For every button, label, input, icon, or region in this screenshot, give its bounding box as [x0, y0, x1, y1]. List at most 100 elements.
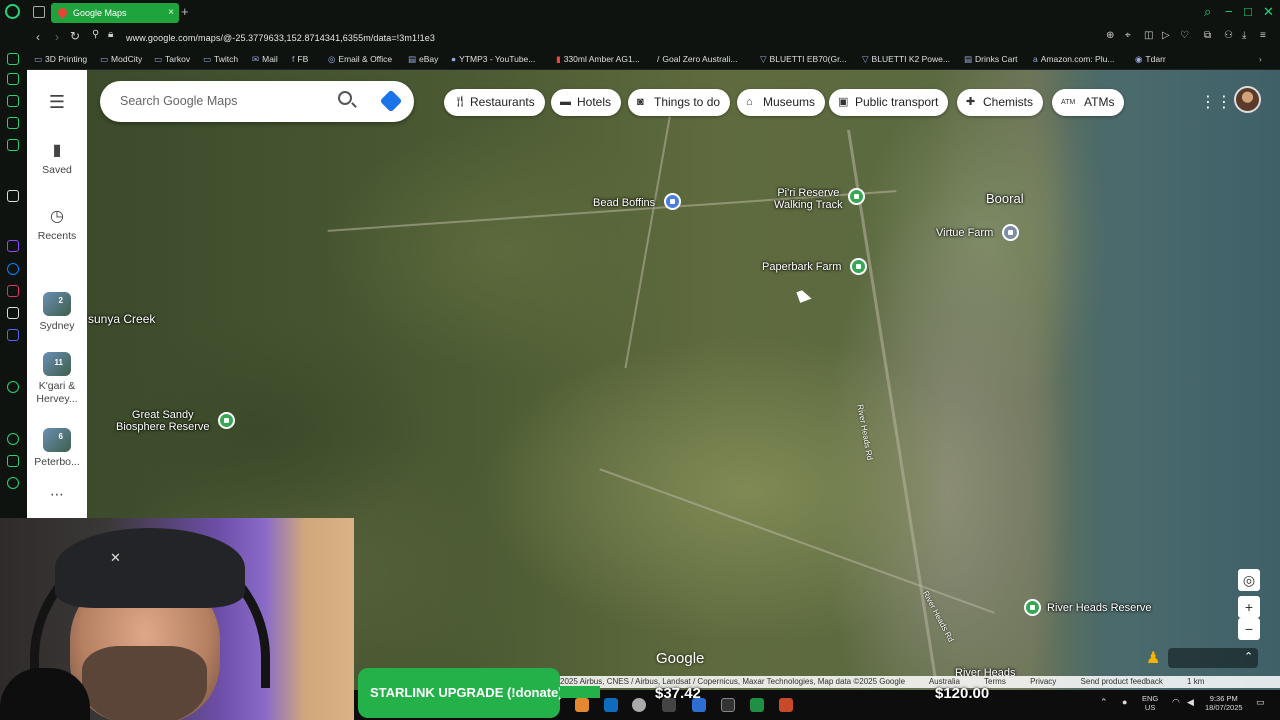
- place-pin-icon[interactable]: [1002, 224, 1019, 241]
- system-clock[interactable]: 9:36 PM 18/07/2025: [1205, 694, 1243, 712]
- chip-chemists[interactable]: ✚ Chemists: [957, 89, 1044, 116]
- opera-logo-icon[interactable]: [5, 4, 20, 19]
- chip-restaurants[interactable]: 🍴︎ Restaurants: [444, 89, 545, 116]
- bookmark[interactable]: ▭ 3D Printing: [34, 54, 87, 65]
- microphone-icon[interactable]: ●: [1122, 697, 1127, 707]
- taskbar-app-icon[interactable]: [575, 698, 589, 712]
- park-pin-icon[interactable]: [848, 188, 865, 205]
- place-label[interactable]: Bead Boffins: [593, 197, 655, 209]
- sidebar-aria-icon[interactable]: [7, 53, 19, 65]
- place-label[interactable]: Paperbark Farm: [762, 261, 841, 273]
- search-icon[interactable]: [338, 91, 352, 105]
- sidebar-tools-icon[interactable]: [7, 95, 19, 107]
- bookmark[interactable]: ◉ Tdarr: [1135, 54, 1166, 65]
- language-indicator[interactable]: ENG US: [1142, 694, 1158, 712]
- close-window-icon[interactable]: ✕: [1263, 4, 1274, 20]
- place-label[interactable]: Great Sandy Biosphere Reserve: [116, 409, 210, 433]
- list-peterborough[interactable]: 6 Peterbo...: [27, 428, 87, 468]
- list-kgari[interactable]: 11 K'gari & Hervey...: [27, 352, 87, 406]
- bookmark[interactable]: ▮ 330ml Amber AG1...: [556, 54, 640, 65]
- menu-icon[interactable]: ☰: [27, 92, 87, 113]
- volume-icon[interactable]: ◀: [1187, 697, 1194, 708]
- player-icon[interactable]: [7, 381, 19, 393]
- place-label[interactable]: sunya Creek: [88, 312, 155, 326]
- wifi-icon[interactable]: ◠: [1172, 697, 1180, 708]
- play-icon[interactable]: ▷: [1162, 30, 1170, 41]
- park-pin-icon[interactable]: [850, 258, 867, 275]
- extensions-icon[interactable]: ⧉: [1204, 30, 1211, 41]
- new-tab-button[interactable]: +: [181, 4, 189, 19]
- sidebar-app-icon[interactable]: [7, 455, 19, 467]
- more-lists-button[interactable]: ⋯: [27, 486, 87, 503]
- maximize-icon[interactable]: □: [1244, 4, 1252, 19]
- chip-things-to-do[interactable]: ◙ Things to do: [628, 89, 731, 116]
- tab-workspace-icon[interactable]: [33, 6, 45, 18]
- taskbar-app-icon[interactable]: [721, 698, 735, 712]
- back-icon[interactable]: ‹: [36, 30, 40, 44]
- chip-atms[interactable]: ATM ATMs: [1052, 89, 1125, 116]
- messenger-icon[interactable]: [7, 263, 19, 275]
- chip-public-transport[interactable]: ▣ Public transport: [829, 89, 949, 116]
- taskbar-app-icon[interactable]: [779, 698, 793, 712]
- saved-button[interactable]: ▮ Saved: [27, 140, 87, 176]
- camera-icon[interactable]: ◫: [1144, 30, 1153, 41]
- bookmark[interactable]: f FB: [292, 54, 308, 64]
- taskbar-app-icon[interactable]: [750, 698, 764, 712]
- outlook-icon[interactable]: [604, 698, 618, 712]
- bookmark[interactable]: ▽ BLUETTI EB70(Gr...: [760, 54, 847, 65]
- bookmark[interactable]: ▭ ModCity: [100, 54, 142, 65]
- profile-icon[interactable]: ⚇: [1224, 30, 1233, 41]
- search-box[interactable]: Search Google Maps: [100, 81, 414, 122]
- forward-icon[interactable]: ›: [55, 30, 59, 44]
- location-pin-icon[interactable]: ⚲: [92, 29, 99, 40]
- place-label[interactable]: Virtue Farm: [936, 227, 993, 239]
- bookmark[interactable]: ▽ BLUETTI K2 Powe...: [862, 54, 950, 65]
- street-view-pegman-icon[interactable]: ♟: [1146, 648, 1162, 668]
- discord-icon[interactable]: [7, 329, 19, 341]
- tray-chevron-icon[interactable]: ⌃: [1100, 697, 1108, 708]
- sidebar-app-icon[interactable]: [7, 117, 19, 129]
- search-input[interactable]: Search Google Maps: [120, 94, 237, 108]
- sidebar-app-icon[interactable]: [7, 139, 19, 151]
- menu-icon[interactable]: ≡: [1260, 30, 1266, 41]
- minimize-icon[interactable]: −: [1225, 4, 1233, 19]
- pin-icon[interactable]: ⌖: [1125, 30, 1131, 41]
- taskbar-app-icon[interactable]: [662, 698, 676, 712]
- heart-icon[interactable]: ♡: [1180, 30, 1189, 41]
- zoom-out-button[interactable]: −: [1238, 618, 1260, 640]
- shop-pin-icon[interactable]: [664, 193, 681, 210]
- download-icon[interactable]: ⤓: [1242, 30, 1246, 41]
- place-label[interactable]: Pi'ri Reserve Walking Track: [774, 187, 843, 211]
- zoom-in-button[interactable]: +: [1238, 596, 1260, 618]
- expand-layers-icon[interactable]: ⌃: [1244, 650, 1253, 663]
- notifications-icon[interactable]: ▭: [1256, 697, 1265, 708]
- bookmark[interactable]: a Amazon.com: Plu...: [1033, 54, 1114, 64]
- bookmark[interactable]: ▤ eBay: [408, 54, 438, 65]
- taskbar-app-icon[interactable]: [632, 698, 646, 712]
- bookmark[interactable]: / Goal Zero Australi...: [657, 54, 738, 64]
- instagram-icon[interactable]: [7, 285, 19, 297]
- bookmark[interactable]: ▤ Drinks Cart: [964, 54, 1018, 65]
- scale-label[interactable]: 1 km: [1187, 677, 1204, 686]
- x-icon[interactable]: [7, 307, 19, 319]
- taskbar-app-icon[interactable]: [692, 698, 706, 712]
- reload-icon[interactable]: ↻: [70, 29, 80, 43]
- town-label[interactable]: Booral: [986, 191, 1024, 206]
- tab-google-maps[interactable]: Google Maps ×: [51, 3, 179, 23]
- bookmark[interactable]: ▭ Twitch: [203, 54, 238, 65]
- search-tabs-icon[interactable]: ⌕: [1204, 4, 1211, 20]
- lock-icon[interactable]: 🔒︎: [108, 29, 113, 40]
- sidebar-ai-icon[interactable]: [7, 73, 19, 85]
- chip-hotels[interactable]: ▬ Hotels: [551, 89, 622, 116]
- url-field[interactable]: www.google.com/maps/@-25.3779633,152.871…: [126, 33, 435, 43]
- bookmark[interactable]: ✉ Mail: [252, 54, 278, 65]
- history-icon[interactable]: [7, 433, 19, 445]
- park-pin-icon[interactable]: [1024, 599, 1041, 616]
- attribution-link[interactable]: Send product feedback: [1081, 677, 1163, 686]
- bookmark[interactable]: ● YTMP3 - YouTube...: [451, 54, 535, 64]
- tab-close-icon[interactable]: ×: [168, 3, 174, 23]
- sidebar-app-icon[interactable]: [7, 190, 19, 202]
- place-label[interactable]: River Heads Reserve: [1047, 602, 1152, 614]
- attribution-link[interactable]: Privacy: [1030, 677, 1056, 686]
- chip-museums[interactable]: ⌂ Museums: [737, 89, 826, 116]
